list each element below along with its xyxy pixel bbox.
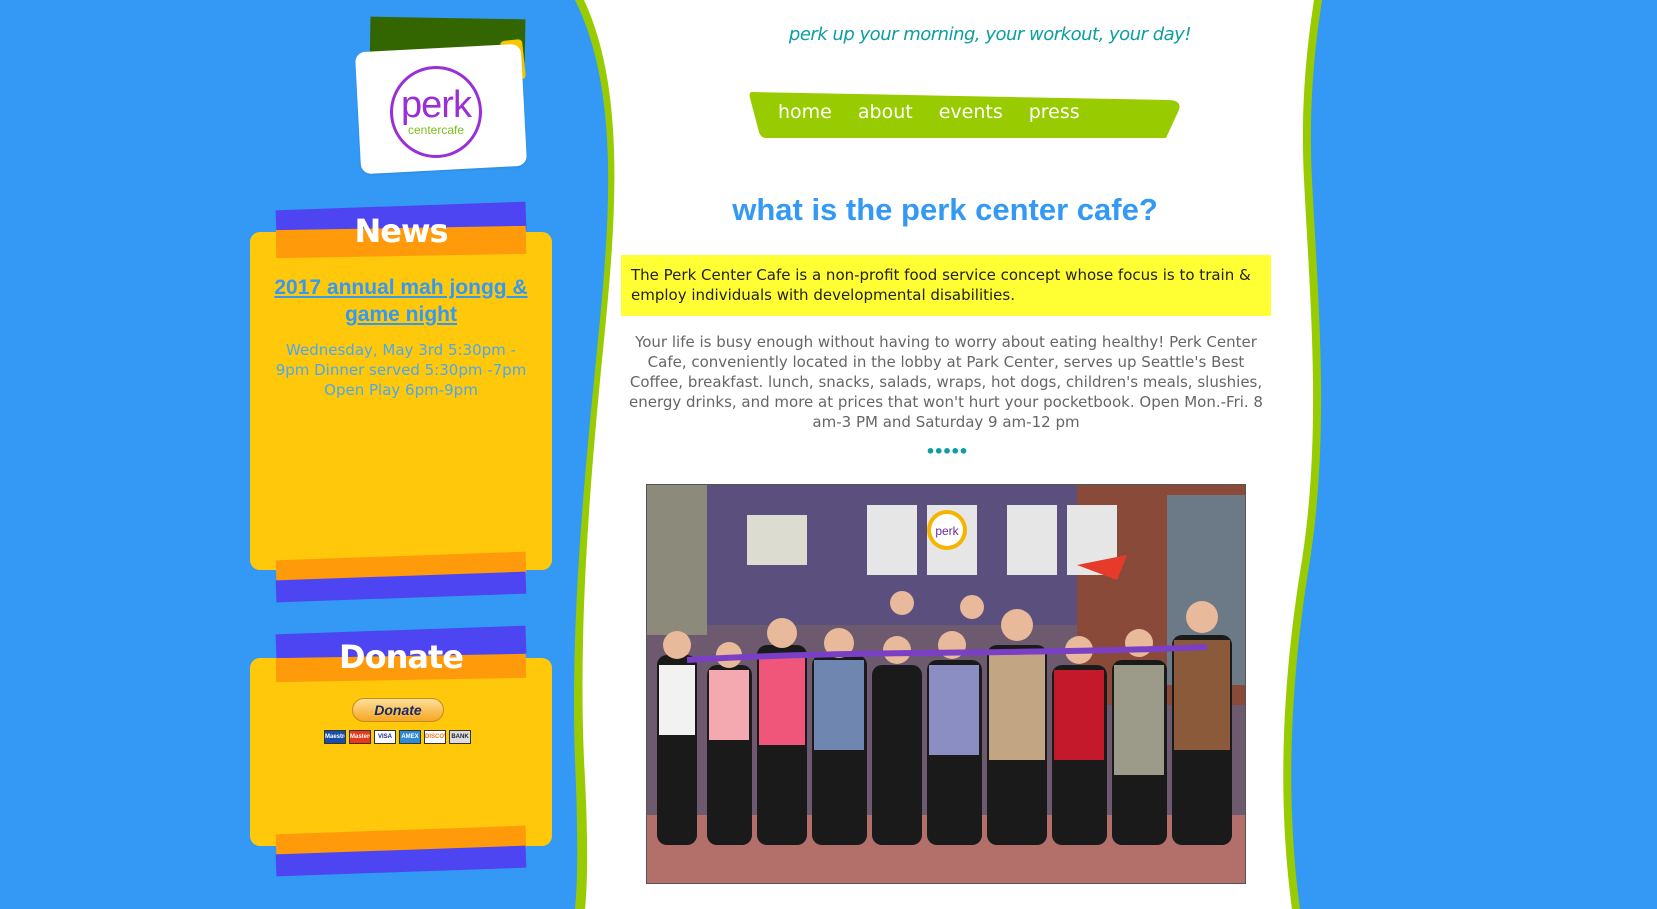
donate-panel: Donate Donate Maestro MasterCard VISA AM… (250, 625, 552, 906)
divider-dots: ••••• (925, 442, 968, 461)
news-event-link[interactable]: 2017 annual mah jongg & game night (268, 274, 534, 328)
page-heading: what is the perk center cafe? (732, 192, 1158, 227)
donate-title: Donate (339, 638, 464, 676)
visa-card-icon: VISA (374, 730, 396, 744)
logo-ring: perk centercafe (390, 66, 482, 158)
logo[interactable]: perk centercafe (352, 16, 530, 175)
bank-icon: BANK (449, 730, 471, 744)
news-event-details: Wednesday, May 3rd 5:30pm - 9pm Dinner s… (275, 341, 527, 399)
nav-events[interactable]: events (939, 100, 1003, 124)
intro-highlight: The Perk Center Cafe is a non-profit foo… (621, 255, 1271, 316)
news-title: News (354, 212, 448, 250)
main-nav: home about events press (778, 100, 1080, 124)
ribbon-cutting-photo: perk (646, 484, 1246, 884)
amex-card-icon: AMEX (399, 730, 421, 744)
news-panel: News 2017 annual mah jongg & game night … (250, 200, 552, 610)
maestro-card-icon: Maestro (324, 730, 346, 744)
donate-box-body (250, 658, 552, 846)
nav-home[interactable]: home (778, 100, 832, 124)
discover-card-icon: DISCOVER (424, 730, 446, 744)
logo-word: perk (401, 84, 472, 126)
tagline: perk up your morning, your workout, your… (788, 24, 1192, 45)
nav-about[interactable]: about (858, 100, 913, 124)
mastercard-icon: MasterCard (349, 730, 371, 744)
nav-press[interactable]: press (1029, 100, 1080, 124)
payment-cards: Maestro MasterCard VISA AMEX DISCOVER BA… (324, 730, 471, 744)
photo-perk-sign: perk (935, 524, 959, 538)
paypal-donate-button[interactable]: Donate (352, 698, 444, 722)
body-description: Your life is busy enough without having … (629, 333, 1263, 431)
